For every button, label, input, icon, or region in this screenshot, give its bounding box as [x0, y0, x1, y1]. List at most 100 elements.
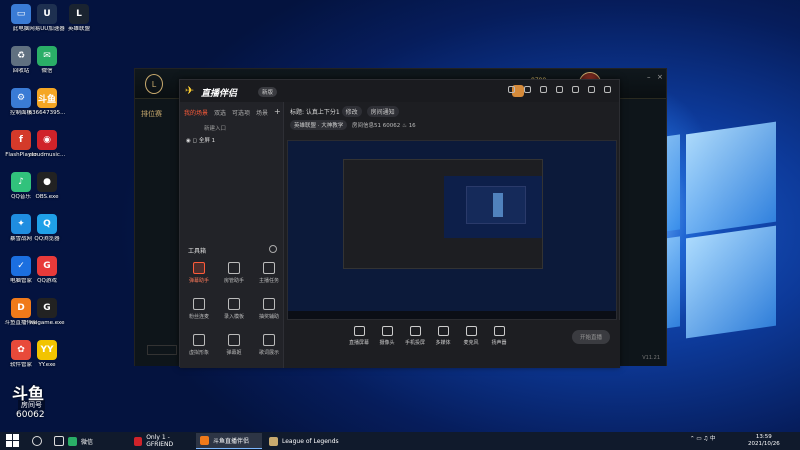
room-notice-button[interactable]: 房间通知	[366, 106, 399, 117]
desktop-icon[interactable]: L 英雄联盟	[60, 4, 98, 33]
source-tool-label: 麦克风	[463, 340, 479, 346]
settings-icon[interactable]	[556, 86, 563, 93]
system-tray-icons[interactable]: ⌃ ▭ ♫ 中	[690, 434, 715, 442]
companion-version-badge[interactable]: 新版	[258, 87, 278, 97]
league-close-icon[interactable]: ×	[657, 73, 663, 81]
stream-companion-window[interactable]: ✈ 直播伴侣 新版 我的场景 双选 可选项 场景 + 新建入口 ◉ ◻ 全屏 1…	[179, 79, 620, 368]
desktop-icon-image: G	[37, 256, 57, 276]
tool-label: 虚拟形象	[188, 350, 209, 356]
toolbox-item[interactable]: 歌词展示	[252, 334, 286, 356]
taskbar-app-icon	[68, 436, 77, 446]
minimize-icon[interactable]	[588, 86, 595, 93]
tab-scenes[interactable]: 场景	[256, 108, 268, 117]
toolbox-item[interactable]: 弹幕助手	[182, 262, 216, 284]
source-tool-icon	[409, 326, 421, 336]
source-tool[interactable]: 扬声器	[484, 326, 514, 346]
desktop-icon-image: U	[37, 4, 57, 24]
desktop-icon-label: QQ游戏	[37, 278, 57, 284]
companion-window-controls	[508, 86, 611, 93]
tab-dual[interactable]: 双选	[214, 108, 226, 117]
notification-icon[interactable]	[572, 86, 579, 93]
toolbox-item[interactable]: 粉丝连麦	[182, 298, 216, 320]
taskbar-item-label: 微信	[81, 438, 94, 446]
category-chip[interactable]: 英雄联盟 · 大神教学	[290, 120, 348, 130]
clock-time: 13:59	[755, 434, 772, 440]
add-scene-button[interactable]: +	[274, 107, 281, 116]
toolbox-item[interactable]: 录入模板	[217, 298, 251, 320]
stream-preview[interactable]	[287, 140, 617, 320]
source-tool-icon	[465, 326, 477, 336]
edit-title-button[interactable]: 修改	[341, 106, 362, 117]
companion-app-name: 直播伴侣	[201, 89, 238, 99]
close-icon[interactable]	[604, 86, 611, 93]
tool-label: 录入模板	[223, 314, 244, 320]
nested-window-glow	[493, 193, 503, 217]
desktop-icon[interactable]: G QQ游戏	[28, 256, 66, 285]
desktop-icon-image: G	[37, 298, 57, 318]
toolbox-item[interactable]: 主播任务	[252, 262, 286, 284]
start-button[interactable]	[6, 434, 20, 448]
desktop-icon-image: 斗鱼	[37, 88, 57, 108]
tool-label: 抽奖辅助	[258, 314, 279, 320]
toolbox-item[interactable]: 抽奖辅助	[252, 298, 286, 320]
desktop-icon-label: cloudmusic...	[28, 152, 66, 158]
desktop-icon[interactable]: ● OBS.exe	[28, 172, 66, 201]
source-tool[interactable]: 多媒体	[428, 326, 458, 346]
toolbox-settings-icon[interactable]	[269, 245, 277, 253]
desktop-icon[interactable]: Q QQ浏览器	[28, 214, 66, 243]
desktop-icon[interactable]: YY YY.exe	[28, 340, 66, 369]
eye-icon[interactable]: ◉ ◻	[186, 138, 199, 144]
stream-title: 标题: 认真上下分1	[290, 109, 340, 116]
taskbar-item[interactable]: 斗鱼直播伴侣	[196, 433, 262, 449]
skin-icon[interactable]	[508, 86, 515, 93]
room-number: 60062	[16, 410, 45, 420]
desktop-icon[interactable]: ✉ 微信	[28, 46, 66, 75]
new-source-hint[interactable]: 新建入口	[204, 124, 226, 132]
tab-options[interactable]: 可选项	[232, 108, 250, 117]
league-minimize-icon[interactable]: –	[647, 73, 651, 81]
league-ranked-label[interactable]: 排位赛	[141, 109, 162, 119]
toolbox-item[interactable]: 弹幕姬	[217, 334, 251, 356]
source-tool-icon	[493, 326, 505, 336]
source-tool-label: 手机投屏	[404, 340, 425, 346]
desktop-icon[interactable]: Gwegame.exe	[28, 298, 66, 327]
start-live-button[interactable]: 开始直播	[572, 330, 610, 344]
tool-icon	[193, 334, 205, 346]
desktop-icon-label: 636647395...	[28, 110, 66, 116]
hot-value: 16	[408, 123, 416, 129]
source-tool[interactable]: 直播屏幕	[344, 326, 374, 346]
taskbar-clock[interactable]: 13:59 2021/10/26	[748, 434, 780, 448]
tool-icon	[193, 262, 205, 274]
source-tool-label: 多媒体	[435, 340, 451, 346]
desktop-icon[interactable]: 斗鱼 636647395...	[28, 88, 66, 117]
desktop-icon-image: ●	[37, 172, 57, 192]
desktop-icon[interactable]: ◉ cloudmusic...	[28, 130, 66, 159]
tool-label: 歌词展示	[258, 350, 279, 356]
taskbar-item[interactable]: League of Legends	[265, 433, 345, 449]
taskbar-item[interactable]: 微信	[64, 433, 126, 449]
message-icon[interactable]	[524, 86, 531, 93]
desktop-icon-label: wegame.exe	[29, 320, 65, 326]
desktop-icon-label: OBS.exe	[35, 194, 59, 200]
tab-my-scenes[interactable]: 我的场景	[184, 108, 208, 117]
tool-label: 房管助手	[223, 278, 244, 284]
source-tool[interactable]: 麦克风	[456, 326, 486, 346]
tool-label: 粉丝连麦	[188, 314, 209, 320]
toolbox-item[interactable]: 虚拟形象	[182, 334, 216, 356]
source-tool[interactable]: 手机投屏	[400, 326, 430, 346]
source-tool-icon	[353, 326, 365, 336]
scene-item-fullscreen[interactable]: ◉ ◻ 全屏 1	[186, 136, 215, 144]
league-logo-icon[interactable]: L	[145, 74, 163, 94]
source-tool-label: 扬声器	[491, 340, 507, 346]
scene-item-label: 全屏 1	[198, 138, 216, 144]
source-tool[interactable]: 摄像头	[372, 326, 402, 346]
tool-label: 弹幕姬	[226, 350, 242, 356]
search-icon[interactable]	[32, 436, 42, 446]
toolbox-item[interactable]: 房管助手	[217, 262, 251, 284]
task-view-icon[interactable]	[54, 436, 64, 446]
lock-icon[interactable]	[540, 86, 547, 93]
taskbar-app-icon	[200, 436, 209, 445]
taskbar-item[interactable]: Only 1 - GFRIEND	[130, 433, 194, 449]
league-social-panel	[618, 99, 666, 366]
clock-date: 2021/10/26	[748, 441, 780, 447]
